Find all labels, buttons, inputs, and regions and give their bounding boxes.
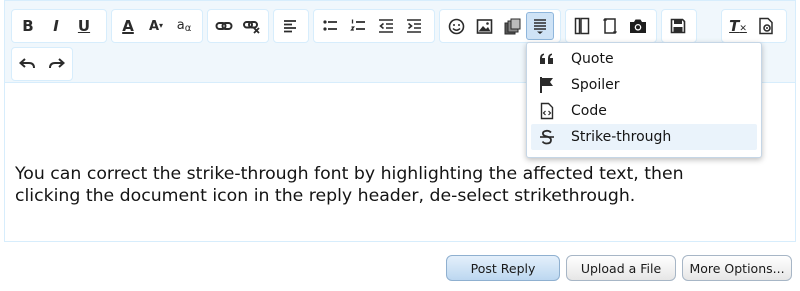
save-group — [661, 9, 697, 43]
settings-page-icon — [759, 17, 773, 35]
numbered-list-button[interactable] — [344, 12, 372, 40]
content-line: clicking the document icon in the reply … — [15, 186, 636, 206]
text-color-icon: A — [122, 16, 134, 35]
bold-icon: B — [22, 16, 34, 35]
flag-icon — [537, 75, 557, 95]
undo-button[interactable] — [14, 50, 42, 78]
menu-item-label: Quote — [571, 51, 614, 67]
align-button[interactable] — [276, 12, 304, 40]
font-group: A A▾ aα — [111, 9, 203, 43]
media-icon — [504, 18, 520, 34]
italic-icon: I — [53, 16, 59, 35]
strikethrough-icon — [537, 127, 557, 147]
save-icon — [670, 18, 686, 34]
unlink-icon — [243, 21, 260, 34]
menu-item-label: Strike-through — [571, 129, 672, 145]
indent-icon — [407, 19, 421, 33]
bullet-list-button[interactable] — [316, 12, 344, 40]
delete-draft-button[interactable] — [596, 12, 624, 40]
redo-button[interactable] — [42, 50, 70, 78]
menu-item-label: Spoiler — [571, 77, 620, 93]
undo-icon — [19, 58, 35, 69]
toggle-bbcode-button[interactable] — [752, 12, 780, 40]
font-family-button[interactable]: aα — [170, 12, 198, 40]
insert-dropdown-menu: Quote Spoiler Code Strike-through — [526, 42, 762, 158]
bullet-list-icon — [323, 20, 337, 31]
camera-button[interactable] — [624, 12, 652, 40]
insert-link-button[interactable] — [210, 12, 238, 40]
menu-item-code[interactable]: Code — [531, 98, 757, 124]
underline-button[interactable]: U — [70, 12, 98, 40]
save-draft-button[interactable] — [664, 12, 692, 40]
outdent-icon — [379, 19, 393, 33]
text-format-group: B I U — [11, 9, 107, 43]
underline-icon: U — [77, 16, 91, 35]
insert-image-button[interactable] — [470, 12, 498, 40]
align-left-icon — [284, 20, 296, 33]
image-icon — [476, 18, 492, 34]
draft-group — [565, 9, 657, 43]
indent-button[interactable] — [400, 12, 428, 40]
editor-content[interactable]: You can correct the strike-through font … — [15, 163, 775, 207]
smiley-icon — [448, 18, 464, 34]
code-file-icon — [537, 101, 557, 121]
font-size-icon: A▾ — [148, 18, 164, 34]
list-group — [313, 9, 435, 43]
remove-formatting-button[interactable]: T✕ — [724, 12, 752, 40]
insert-group — [439, 9, 561, 43]
scroll-icon — [602, 18, 618, 34]
misc-group: T✕ — [721, 9, 787, 43]
restore-draft-button[interactable] — [568, 12, 596, 40]
font-family-icon: aα — [176, 17, 192, 34]
bold-button[interactable]: B — [14, 12, 42, 40]
upload-file-button[interactable]: Upload a File — [566, 255, 676, 281]
link-group — [207, 9, 269, 43]
outdent-button[interactable] — [372, 12, 400, 40]
remove-link-button[interactable] — [238, 12, 266, 40]
insert-media-button[interactable] — [498, 12, 526, 40]
italic-button[interactable]: I — [42, 12, 70, 40]
numbered-list-icon — [350, 19, 365, 31]
quote-icon — [537, 49, 557, 69]
content-line: You can correct the strike-through font … — [15, 164, 684, 184]
menu-item-label: Code — [571, 103, 607, 119]
camera-icon — [630, 19, 646, 33]
menu-item-quote[interactable]: Quote — [531, 46, 757, 72]
menu-item-spoiler[interactable]: Spoiler — [531, 72, 757, 98]
history-group — [11, 47, 73, 81]
menu-item-strike-through[interactable]: Strike-through — [531, 124, 757, 150]
clear-format-icon: T✕ — [729, 16, 747, 35]
smilies-button[interactable] — [442, 12, 470, 40]
draft-icon — [574, 17, 590, 35]
text-color-button[interactable]: A — [114, 12, 142, 40]
insert-menu-button[interactable] — [526, 12, 554, 40]
link-icon — [215, 22, 233, 30]
post-reply-button[interactable]: Post Reply — [446, 255, 560, 281]
redo-icon — [49, 58, 65, 69]
more-options-button[interactable]: More Options... — [682, 255, 792, 281]
align-group — [273, 9, 309, 43]
font-size-button[interactable]: A▾ — [142, 12, 170, 40]
document-list-icon — [534, 18, 546, 34]
